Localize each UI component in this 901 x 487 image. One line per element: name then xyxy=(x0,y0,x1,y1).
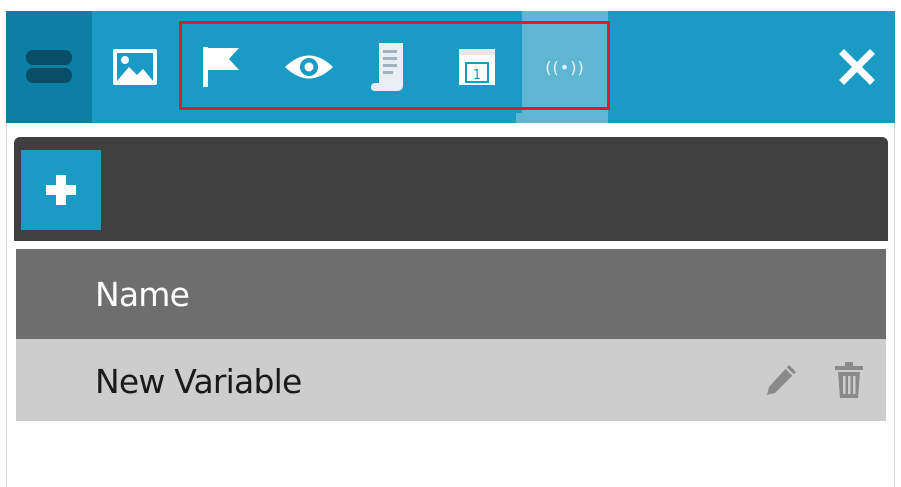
panel-header xyxy=(14,137,888,241)
add-variable-button[interactable] xyxy=(21,150,101,230)
table-row[interactable]: New Variable xyxy=(16,339,886,421)
flag-button[interactable] xyxy=(186,11,256,123)
column-header-name[interactable]: Name xyxy=(95,249,190,339)
close-icon xyxy=(839,49,875,85)
close-button[interactable] xyxy=(826,11,888,123)
broadcast-button[interactable]: ((•)) xyxy=(522,11,608,123)
delete-button[interactable] xyxy=(824,339,874,421)
scroll-button[interactable] xyxy=(354,11,424,123)
pencil-icon xyxy=(767,365,796,395)
variables-panel-window: 1 ((•)) Name New Variable xyxy=(0,0,901,487)
calendar-icon: 1 xyxy=(459,49,495,85)
variables-table: Name New Variable xyxy=(16,249,886,421)
eye-button[interactable] xyxy=(272,11,346,123)
top-toolbar: 1 ((•)) xyxy=(6,11,895,123)
layers-icon xyxy=(26,50,72,83)
calendar-button[interactable]: 1 xyxy=(442,11,512,123)
flag-icon xyxy=(203,47,239,87)
image-icon xyxy=(113,49,157,85)
image-button[interactable] xyxy=(92,11,178,123)
broadcast-active-indicator xyxy=(516,113,602,123)
table-header: Name xyxy=(16,249,886,339)
calendar-day-number: 1 xyxy=(473,68,481,83)
variable-name: New Variable xyxy=(95,362,302,401)
layers-button[interactable] xyxy=(6,11,92,123)
trash-icon xyxy=(835,362,863,398)
edit-button[interactable] xyxy=(756,339,806,421)
plus-icon xyxy=(46,175,76,205)
scroll-icon xyxy=(371,43,403,91)
eye-icon xyxy=(285,55,333,79)
broadcast-icon: ((•)) xyxy=(545,57,585,77)
